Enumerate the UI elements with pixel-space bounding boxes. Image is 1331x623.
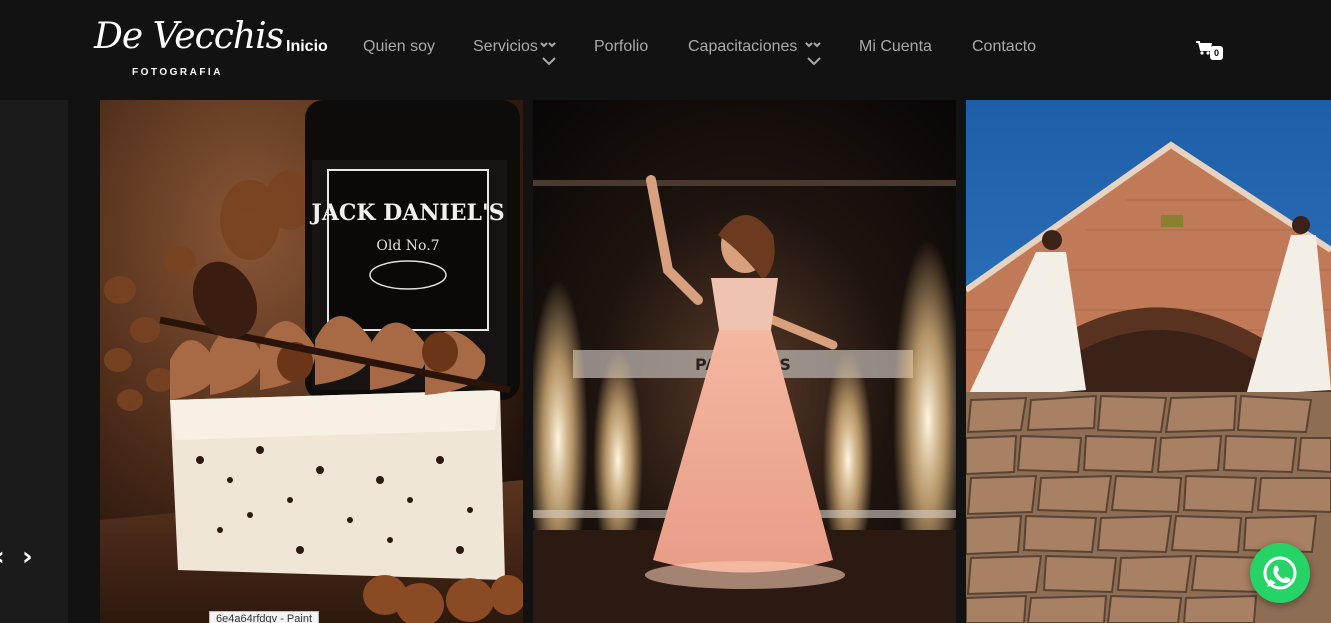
whatsapp-icon [1263, 556, 1297, 590]
servicios-dropdown-icon[interactable] [540, 42, 556, 70]
whatsapp-button[interactable] [1250, 543, 1310, 603]
cart-count-badge: 0 [1210, 46, 1223, 60]
cart-button[interactable]: 0 [1196, 41, 1226, 63]
carousel-slide-gown[interactable]: PALMARES [533, 100, 956, 623]
nav-item-quien-soy[interactable]: Quien soy [363, 38, 435, 56]
capacitaciones-dropdown-icon[interactable] [805, 42, 821, 70]
carousel-slide-dessert[interactable]: JACK DANIEL'S Old No.7 [100, 100, 523, 623]
nav-item-capacitaciones[interactable]: Capacitaciones [688, 38, 797, 56]
bottle-label-text: JACK DANIEL'S [309, 200, 504, 226]
bottle-label-sub: Old No.7 [376, 238, 439, 254]
logo-script: De Vecchis [94, 16, 284, 57]
nav-item-mi-cuenta[interactable]: Mi Cuenta [859, 38, 932, 56]
nav-item-contacto[interactable]: Contacto [972, 38, 1036, 56]
logo-subtitle: FOTOGRAFIA [132, 67, 223, 78]
site-logo[interactable]: De Vecchis FOTOGRAFIA [92, 12, 284, 82]
gown-photo: PALMARES [533, 100, 956, 623]
carousel-side-strip [0, 100, 68, 623]
chevron-left-icon[interactable]: ‹ [0, 544, 5, 570]
chevron-right-icon[interactable]: › [22, 544, 33, 570]
taskbar-tooltip: 6e4a64rfdqv - Paint [209, 611, 320, 623]
dessert-photo: JACK DANIEL'S Old No.7 [100, 100, 523, 623]
nav-item-inicio[interactable]: Inicio [286, 38, 328, 56]
nav-item-servicios[interactable]: Servicios [473, 38, 538, 56]
site-header: De Vecchis FOTOGRAFIA Inicio Quien soy S… [0, 0, 1331, 100]
nav-item-porfolio[interactable]: Porfolio [594, 38, 648, 56]
